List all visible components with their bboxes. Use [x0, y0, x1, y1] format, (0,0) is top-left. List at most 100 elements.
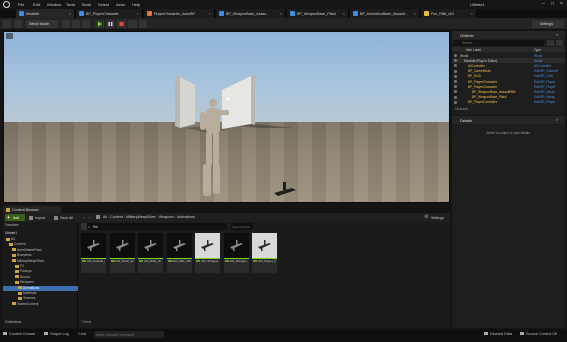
column-type[interactable]: Type	[534, 48, 541, 52]
tab-bp-animationbase-assault[interactable]: BP_AnimationBase_Assault... ×	[350, 9, 420, 18]
visibility-eye-icon[interactable]	[454, 85, 457, 89]
output-log-button[interactable]: Output Log	[44, 332, 69, 336]
asset-grid: AM_Assault_Launcher_W AM_Pistol_W AM_Rifle…	[3, 206, 450, 328]
output-log-label: Output Log	[50, 332, 69, 336]
menu-select[interactable]: Select	[98, 2, 109, 7]
asset-tile[interactable]: AM_Shotgun_Launcher_W	[195, 233, 220, 273]
asset-thumbnail	[81, 233, 106, 258]
menu-window[interactable]: Window	[47, 2, 61, 7]
status-bar: Content Drawer Output Log Cmd Enter Cons…	[0, 329, 567, 342]
pause-icon[interactable]	[106, 20, 115, 28]
level-viewport[interactable]	[3, 31, 450, 203]
close-tab-icon[interactable]: ×	[471, 11, 473, 16]
menu-edit[interactable]: Edit	[33, 2, 40, 7]
details-empty-message: Select an object to view details.	[486, 131, 531, 135]
outliner-row-name: BP_PlayerCharacter	[468, 84, 498, 89]
menu-actor[interactable]: Actor	[116, 2, 125, 7]
viewport-options-icon[interactable]	[6, 33, 13, 39]
project-name: Ultimte1	[470, 2, 485, 7]
maximize-icon[interactable]: □	[549, 1, 556, 7]
tab-meatlatt[interactable]: Meatlatt ×	[16, 9, 75, 18]
visibility-eye-icon[interactable]	[454, 54, 457, 57]
column-item-label[interactable]: Item Label	[466, 48, 481, 52]
visibility-eye-icon[interactable]	[454, 69, 457, 73]
visibility-eye-icon[interactable]	[454, 100, 457, 104]
close-tab-icon[interactable]: ×	[280, 11, 282, 16]
tab-bp-weaponbase-assault[interactable]: BP_WeaponBase_Assau... ×	[216, 9, 286, 18]
asset-tile[interactable]: AM_Pistol_W	[109, 233, 135, 273]
cinematics-icon[interactable]	[82, 20, 90, 28]
menu-file[interactable]: File	[18, 2, 24, 7]
close-tab-icon[interactable]: ×	[414, 11, 416, 16]
stop-icon[interactable]	[117, 20, 126, 28]
content-drawer-button[interactable]: Content Drawer	[3, 332, 36, 336]
asset-tile[interactable]: AM_Shotgun_W	[223, 233, 249, 273]
minimize-icon[interactable]: –	[540, 1, 547, 7]
content-drawer-label: Content Drawer	[9, 332, 36, 336]
blueprint-menu-icon[interactable]	[72, 20, 80, 28]
outliner-search-input[interactable]: Search...	[454, 40, 544, 46]
menu-build[interactable]: Build	[82, 2, 91, 7]
derived-data-button[interactable]: Derived Data	[484, 332, 512, 336]
outliner-row-type: Edit BP_Player	[534, 100, 556, 105]
close-tab-icon[interactable]: ×	[69, 11, 71, 16]
menu-bar: File Edit Window Tools Build Select Acto…	[0, 0, 567, 9]
tab-fire-rifle-mg[interactable]: Fire_Rifle_MG ×	[421, 9, 477, 18]
tab-label: BP_WeaponBase_Pistol	[297, 11, 337, 16]
rifle-icon	[87, 240, 100, 251]
close-tab-icon[interactable]: ×	[137, 11, 139, 16]
mode-icon[interactable]	[14, 20, 22, 28]
search-placeholder: Search...	[462, 41, 475, 45]
settings-button[interactable]: Settings	[532, 20, 564, 28]
play-icon[interactable]	[95, 20, 104, 28]
cmd-dropdown[interactable]: Cmd	[78, 332, 86, 336]
visibility-eye-icon[interactable]	[454, 74, 457, 78]
asset-tile[interactable]: AM_Rifle_W	[138, 233, 163, 273]
menu-help[interactable]: Help	[132, 2, 140, 7]
rifle-icon	[144, 240, 157, 251]
outliner-row[interactable]: BP_PlayerController Edit BP_Player	[452, 100, 565, 105]
save-icon[interactable]	[3, 20, 11, 28]
source-control-label: Source Control Off	[526, 332, 558, 336]
visibility-eye-icon[interactable]	[454, 90, 457, 94]
blueprint-icon	[219, 11, 224, 16]
tab-label: Fire_Rifle_MG	[431, 11, 455, 16]
source-control-button[interactable]: Source Control Off	[520, 332, 557, 336]
more-options-icon[interactable]	[139, 20, 147, 28]
tab-label: BP_WeaponBase_Assau...	[226, 11, 270, 16]
add-actor-icon[interactable]	[62, 20, 70, 28]
close-panel-icon[interactable]: ×	[556, 117, 558, 122]
mannequin-character	[200, 98, 229, 196]
visibility-eye-icon[interactable]	[454, 95, 457, 99]
close-tab-icon[interactable]: ×	[209, 11, 211, 16]
asset-tile[interactable]: AM_Assault_Launcher_W	[81, 233, 106, 273]
outliner-row-type: Edit BP_Weap	[534, 89, 555, 94]
close-panel-icon[interactable]: ×	[556, 32, 558, 37]
outliner-row-name: BP_HUD	[468, 74, 481, 79]
close-tab-icon[interactable]: ×	[343, 11, 345, 16]
visibility-eye-icon[interactable]	[454, 59, 457, 63]
outliner-row-name: BP_GameMode	[468, 69, 491, 74]
tab-playercharacter-animbp[interactable]: PlayerCharacter_AnimBP ×	[144, 9, 215, 18]
outliner-settings-icon[interactable]	[556, 40, 563, 46]
asset-tile[interactable]: AM_Sniper_Rifle_W	[252, 233, 277, 273]
eject-icon[interactable]	[128, 20, 137, 28]
menu-tools[interactable]: Tools	[66, 2, 75, 7]
tab-bp-playercharacter[interactable]: BP_PlayerCharacter ×	[76, 9, 143, 18]
outliner-row-name: BP_WeaponBase_AssaultRifle	[472, 89, 516, 94]
filter-icon[interactable]	[547, 40, 554, 46]
asset-tile[interactable]: AM_Rifle_MG	[166, 233, 192, 273]
tab-bp-weaponbase-pistol[interactable]: BP_WeaponBase_Pistol ×	[287, 9, 349, 18]
source-control-icon	[520, 332, 524, 335]
outliner-header: Outliner ×	[452, 31, 565, 39]
close-icon[interactable]: ×	[558, 1, 565, 7]
visibility-eye-icon[interactable]	[454, 80, 457, 83]
select-mode-dropdown[interactable]: Select Mode	[26, 20, 58, 28]
tab-label: BP_AnimationBase_Assault...	[360, 11, 408, 16]
console-command-input[interactable]: Enter Console Command	[94, 331, 164, 338]
derived-data-icon	[484, 332, 488, 335]
rifle-icon	[201, 240, 214, 251]
outliner-row-name: World	[460, 53, 469, 58]
derived-data-label: Derived Data	[490, 332, 513, 336]
visibility-eye-icon[interactable]	[454, 64, 457, 68]
